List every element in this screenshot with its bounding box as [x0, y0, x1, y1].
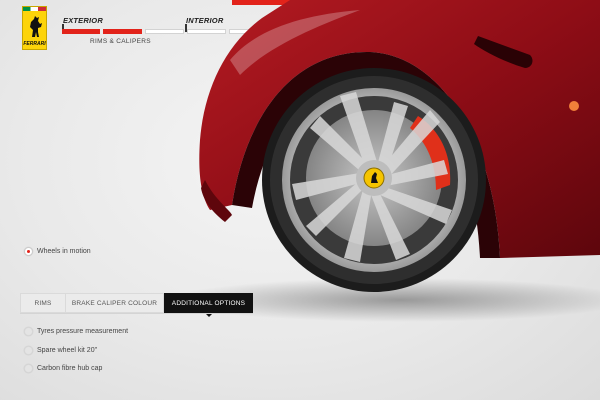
tab-brake-caliper-colour[interactable]: BRAKE CALIPER COLOUR [66, 293, 164, 313]
italian-flag-stripe [23, 7, 46, 11]
progress-segment[interactable] [62, 29, 100, 34]
car-wheel-illustration [170, 0, 600, 322]
top-accent-bar [232, 0, 326, 5]
tabs-divider [20, 313, 253, 314]
option-carbon-hub-cap-radio[interactable] [24, 364, 33, 373]
progress-segment[interactable] [103, 29, 142, 34]
step-exterior[interactable]: EXTERIOR [63, 16, 103, 25]
logo-wordmark: FERRARI [23, 41, 46, 47]
tab-additional-options[interactable]: ADDITIONAL OPTIONS [164, 293, 253, 317]
ferrari-logo[interactable]: FERRARI [22, 6, 47, 50]
wheels-in-motion-radio[interactable] [24, 247, 33, 256]
progress-segment[interactable] [313, 29, 352, 34]
tab-rims[interactable]: RIMS [20, 293, 66, 313]
progress-segment[interactable] [187, 29, 226, 34]
progress-segment[interactable] [355, 29, 394, 34]
configurator-tabs: RIMS BRAKE CALIPER COLOUR ADDITIONAL OPT… [20, 293, 253, 317]
progress-segment[interactable] [477, 29, 515, 34]
option-carbon-hub-cap-label[interactable]: Carbon fibre hub cap [37, 365, 102, 372]
progress-segment[interactable] [229, 29, 268, 34]
progress-track [62, 29, 515, 34]
progress-segment[interactable] [439, 29, 474, 34]
wheels-in-motion-label[interactable]: Wheels in motion [37, 248, 91, 255]
step-interior[interactable]: INTERIOR [186, 16, 223, 25]
option-tyres-pressure-radio[interactable] [24, 327, 33, 336]
prancing-horse-icon [30, 16, 42, 37]
step-summary[interactable]: SUMMARY [474, 16, 514, 25]
option-spare-wheel-label[interactable]: Spare wheel kit 20" [37, 347, 97, 354]
current-substep-label: RIMS & CALIPERS [90, 38, 151, 45]
progress-segment[interactable] [271, 29, 310, 34]
progress-segment[interactable] [145, 29, 184, 34]
option-spare-wheel-radio[interactable] [24, 346, 33, 355]
progress-segment[interactable] [397, 29, 436, 34]
option-tyres-pressure-label[interactable]: Tyres pressure measurement [37, 328, 128, 335]
